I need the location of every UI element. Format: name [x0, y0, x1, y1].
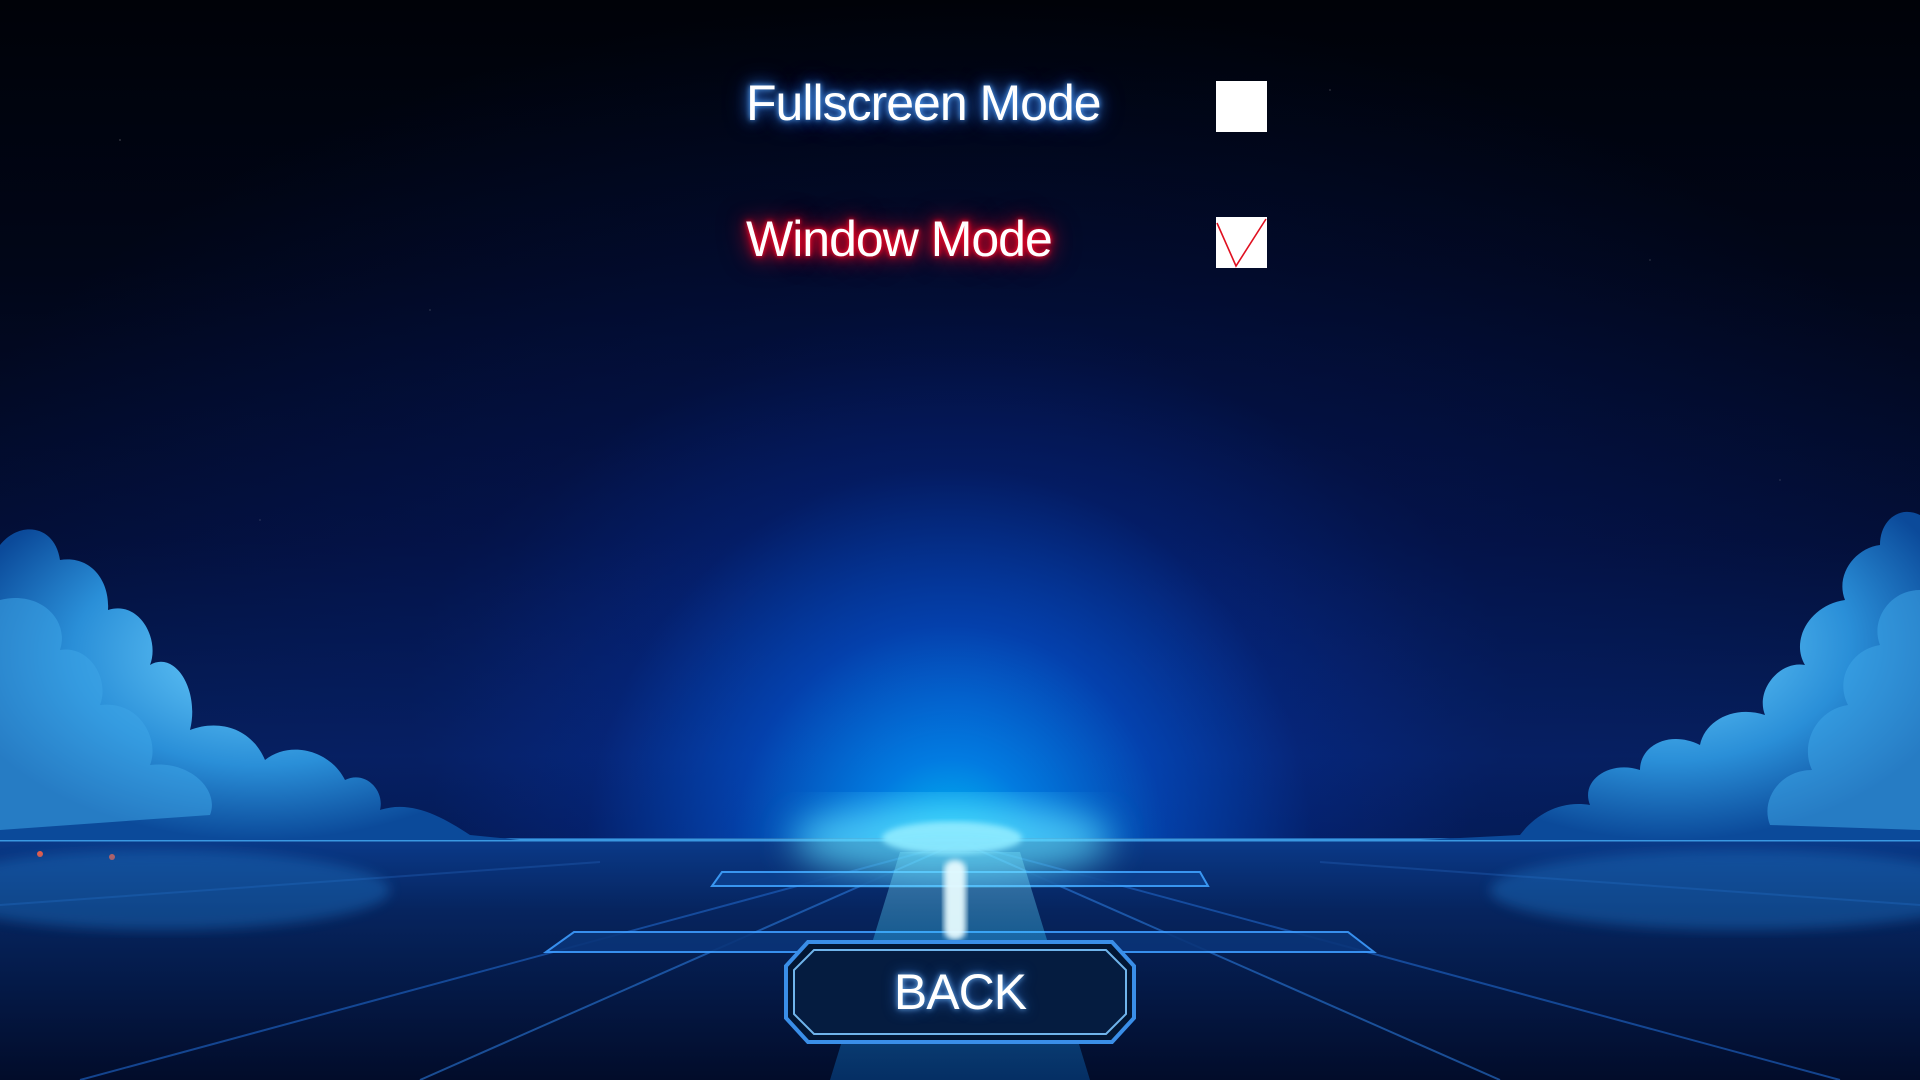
- back-button-label: BACK: [893, 964, 1027, 1020]
- back-button[interactable]: BACK: [784, 940, 1136, 1044]
- window-mode-checkbox[interactable]: [1216, 217, 1267, 268]
- check-mark-icon: [1216, 218, 1267, 268]
- display-settings-screen: Fullscreen Mode Window Mode BACK: [0, 0, 1920, 1080]
- fullscreen-mode-label[interactable]: Fullscreen Mode: [746, 78, 1102, 128]
- right-clouds: [1420, 511, 1920, 840]
- fullscreen-mode-checkbox[interactable]: [1216, 81, 1267, 132]
- window-mode-label[interactable]: Window Mode: [746, 214, 1053, 264]
- background-scene: [0, 511, 1920, 1080]
- left-clouds: [0, 529, 520, 840]
